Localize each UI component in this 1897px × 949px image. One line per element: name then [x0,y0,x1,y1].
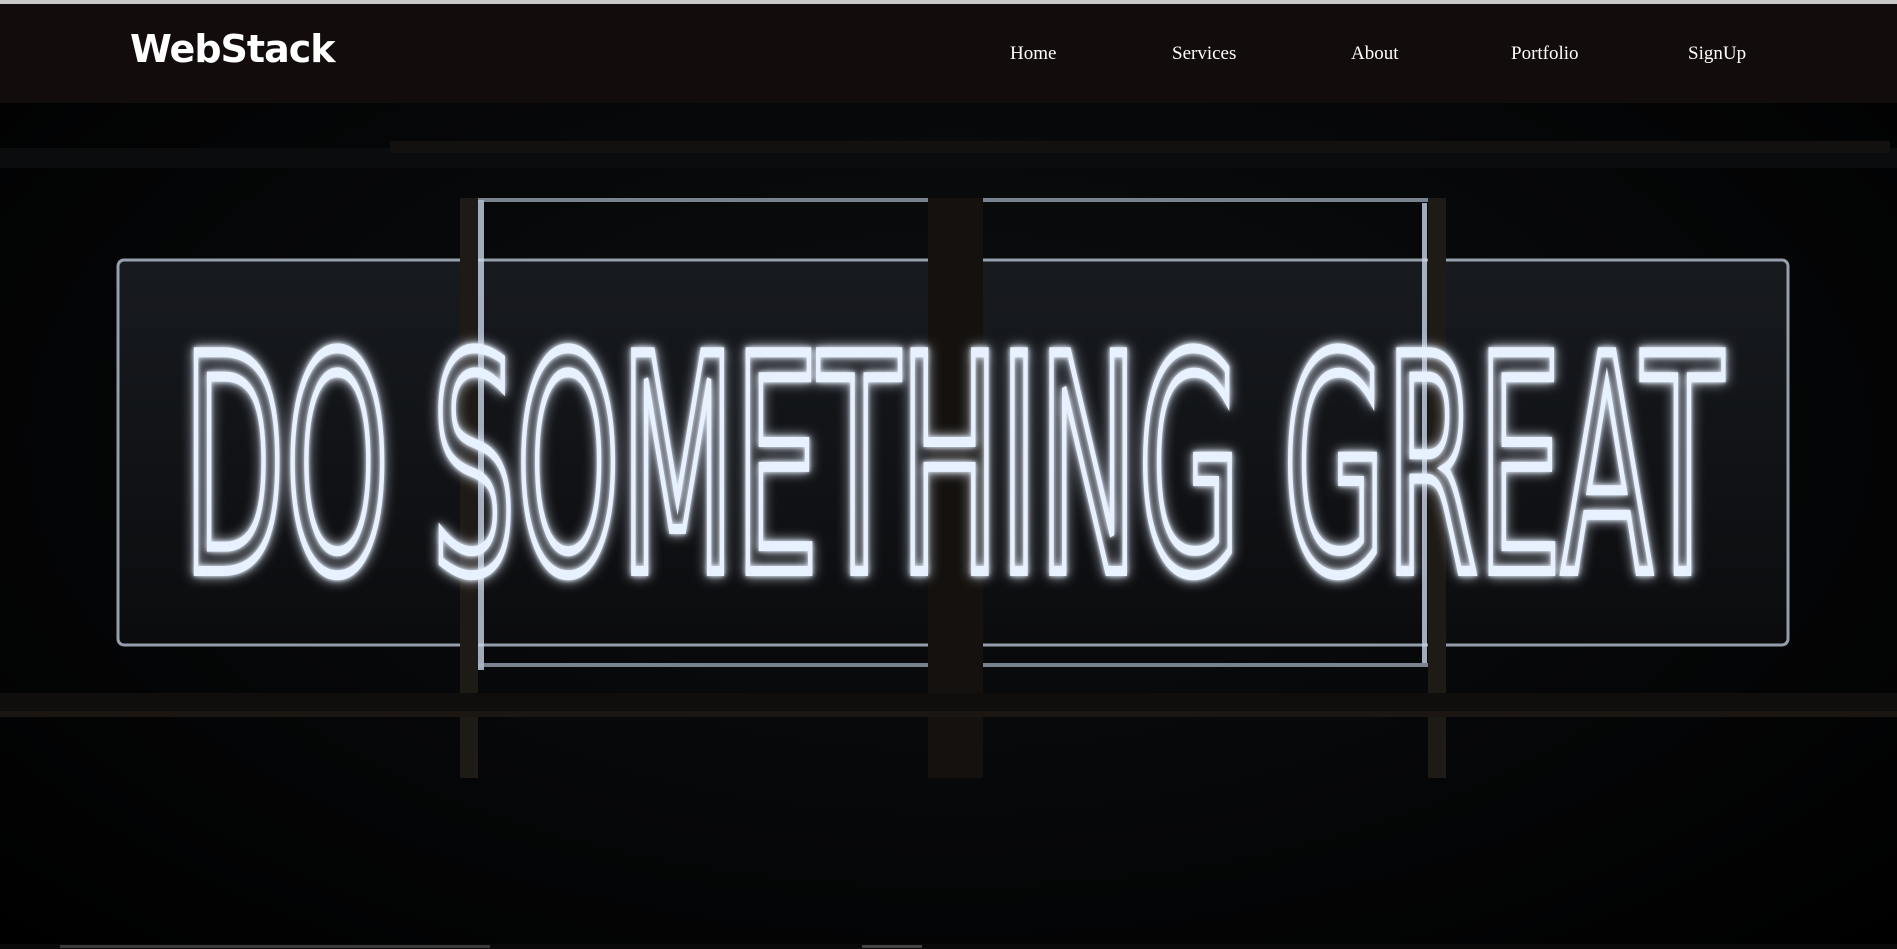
neon-sign-text: DO SOMETHING GREAT [183,293,1725,642]
window-sill [0,693,1897,711]
navbar: WebStack Home Services About Portfolio S… [0,4,1897,103]
neon-sign-illustration: DO SOMETHING GREAT [0,141,1897,778]
window-ledge [390,141,1890,153]
nav-link-home[interactable]: Home [1010,44,1056,63]
scrollbar-thumb[interactable] [60,945,490,948]
nav-link-about[interactable]: About [1351,44,1399,63]
horizontal-scrollbar[interactable] [0,944,1897,949]
window-pane-top-left [478,198,928,202]
nav-link-signup[interactable]: SignUp [1688,44,1746,63]
site-logo[interactable]: WebStack [130,30,336,68]
hero-image: DO SOMETHING GREAT [0,103,1897,949]
nav-link-portfolio[interactable]: Portfolio [1511,44,1579,63]
scrollbar-thumb-secondary[interactable] [862,945,922,948]
window-pane-bottom-right [983,663,1428,667]
window-pane-top-right [983,198,1428,202]
window-pane-bottom-left [478,663,928,667]
nav-link-services[interactable]: Services [1172,44,1236,63]
window-sill-edge [0,711,1897,717]
